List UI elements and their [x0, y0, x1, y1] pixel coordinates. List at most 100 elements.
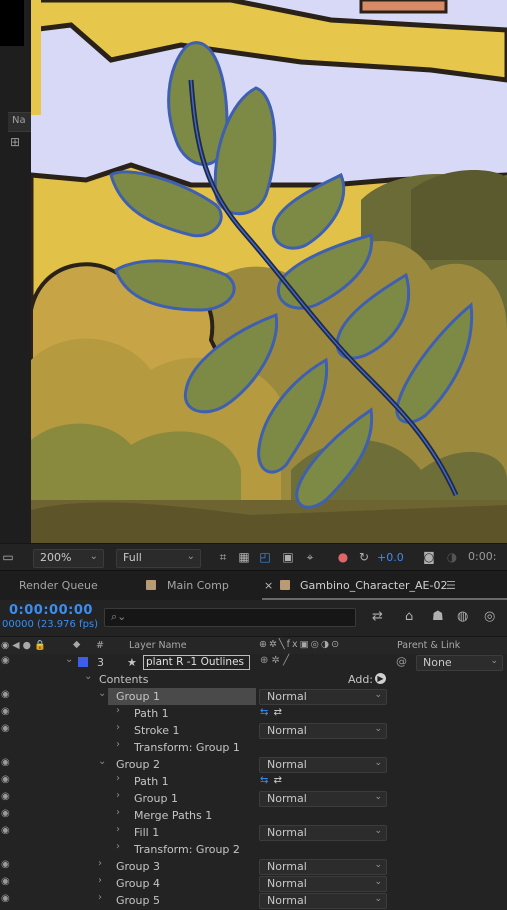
chevron-down-icon[interactable]: ⌄ [84, 671, 92, 682]
snapshot-camera-icon[interactable]: ◙ [421, 549, 437, 565]
chevron-down-icon[interactable]: ⌄ [65, 654, 73, 665]
close-icon[interactable]: × [264, 579, 273, 592]
switches-icons[interactable]: ⊕✲╲fx▣◎◑⊙ [259, 639, 341, 650]
tab-main-comp[interactable]: Main Comp [167, 579, 229, 592]
chevron-right-icon[interactable]: › [116, 705, 120, 716]
current-timecode[interactable]: 0:00:00:00 [9, 603, 93, 618]
layer-label-color[interactable] [78, 657, 88, 667]
eye-icon[interactable]: ◉ [1, 825, 10, 836]
blend-mode-dropdown[interactable]: Normal ⌄ [259, 757, 387, 773]
layer-name-column[interactable]: Layer Name [129, 640, 187, 651]
av-features-icons[interactable]: ◉ ◀ ● 🔒 [1, 640, 46, 651]
blend-mode-dropdown[interactable]: Normal ⌄ [259, 859, 387, 875]
project-column-header[interactable]: Na [8, 112, 31, 132]
chevron-right-icon[interactable]: › [98, 892, 102, 903]
viewer-toolbar: ▭ 200% ⌄ Full ⌄ ⌗ ▦ ◰ ▣ ⌖ ● ↻ +0.0 ◙ ◑ 0… [0, 543, 507, 571]
property-row[interactable]: › Transform: Group 1 [0, 739, 507, 756]
eye-icon[interactable]: ◉ [1, 757, 10, 768]
shape-switches[interactable]: ⊕ ✲ ╱ [260, 655, 289, 666]
layer-search-input[interactable]: ⌕⌄ [104, 608, 356, 627]
parent-link-column[interactable]: Parent & Link [397, 640, 460, 651]
eye-icon[interactable]: ◉ [1, 706, 10, 717]
label-icon[interactable]: ◆ [73, 639, 80, 650]
eye-icon[interactable]: ◉ [1, 723, 10, 734]
tab-render-queue[interactable]: Render Queue [19, 579, 98, 592]
chevron-down-icon: ⌄ [374, 826, 382, 836]
eye-icon[interactable]: ◉ [1, 876, 10, 887]
property-row[interactable]: ◉ ⌄ Group 1 Normal ⌄ [0, 688, 507, 705]
frame-blending-icon[interactable]: ◍ [457, 609, 468, 624]
property-row[interactable]: ◉ › Path 1 ⇆ ⇄ [0, 705, 507, 722]
chevron-right-icon[interactable]: › [116, 739, 120, 750]
grid-guides-icon[interactable]: ⌖ [302, 549, 318, 565]
blend-mode-dropdown[interactable]: Normal ⌄ [259, 723, 387, 739]
blend-mode-dropdown[interactable]: Normal ⌄ [259, 876, 387, 892]
eye-icon[interactable]: ◉ [1, 893, 10, 904]
color-channels-icon[interactable]: ● [335, 549, 351, 565]
path-direction-icons[interactable]: ⇆ ⇄ [260, 707, 283, 718]
comp-flowchart-icon[interactable]: ⇄ [372, 609, 383, 624]
eye-icon[interactable]: ◉ [1, 859, 10, 870]
show-snapshot-icon[interactable]: ◑ [444, 549, 460, 565]
parent-dropdown[interactable]: None ⌄ [416, 655, 503, 671]
chevron-right-icon[interactable]: › [116, 841, 120, 852]
chevron-right-icon[interactable]: › [116, 807, 120, 818]
path-direction-icons[interactable]: ⇆ ⇄ [260, 775, 283, 786]
blend-mode-dropdown[interactable]: Normal ⌄ [259, 689, 387, 705]
hierarchy-icon[interactable]: ⊞ [10, 135, 20, 149]
property-row[interactable]: ◉ › Path 1 ⇆ ⇄ [0, 773, 507, 790]
zoom-dropdown[interactable]: 200% ⌄ [33, 549, 104, 568]
eye-icon[interactable]: ◉ [1, 774, 10, 785]
tab-gambino-character[interactable]: Gambino_Character_AE-02 [300, 579, 447, 592]
composition-viewer[interactable] [31, 0, 507, 543]
property-row[interactable]: ◉ › Group 3 Normal ⌄ [0, 858, 507, 875]
shy-layers-icon[interactable]: ☗ [432, 609, 444, 624]
frame-rate: 00000 (23.976 fps) [2, 619, 99, 630]
transparency-grid-icon[interactable]: ▦ [236, 549, 252, 565]
chevron-down-icon[interactable]: ⌄ [98, 756, 106, 767]
chevron-right-icon[interactable]: › [116, 790, 120, 801]
property-row[interactable]: ◉ › Group 5 Normal ⌄ [0, 892, 507, 909]
property-row[interactable]: ◉ › Fill 1 Normal ⌄ [0, 824, 507, 841]
contents-row[interactable]: ⌄ Contents Add: ▶ [0, 671, 507, 688]
property-row[interactable]: ◉ ⌄ Group 2 Normal ⌄ [0, 756, 507, 773]
chevron-down-icon[interactable]: ⌄ [98, 688, 106, 699]
eye-icon[interactable]: ◉ [1, 655, 10, 666]
exposure-value[interactable]: +0.0 [377, 551, 404, 564]
chevron-right-icon[interactable]: › [116, 824, 120, 835]
property-row[interactable]: › Transform: Group 2 [0, 841, 507, 858]
chevron-right-icon[interactable]: › [98, 858, 102, 869]
layer-row[interactable]: ◉ ⌄ 3 ★ plant R -1 Outlines ⊕ ✲ ╱ @ None… [0, 654, 507, 671]
property-row[interactable]: ◉ › Stroke 1 Normal ⌄ [0, 722, 507, 739]
draft-3d-icon[interactable]: ⌂ [405, 609, 413, 624]
number-column[interactable]: # [96, 640, 104, 651]
chevron-right-icon[interactable]: › [116, 722, 120, 733]
current-time-short[interactable]: 0:00: [468, 550, 496, 563]
property-name: Transform: Group 1 [134, 741, 240, 754]
property-name: Transform: Group 2 [134, 843, 240, 856]
chevron-right-icon[interactable]: › [98, 875, 102, 886]
blend-mode-value: Normal [267, 792, 307, 805]
blend-mode-dropdown[interactable]: Normal ⌄ [259, 893, 387, 909]
property-row[interactable]: ◉ › Merge Paths 1 [0, 807, 507, 824]
property-row[interactable]: ◉ › Group 1 Normal ⌄ [0, 790, 507, 807]
chevron-right-icon[interactable]: › [116, 773, 120, 784]
eye-icon[interactable]: ◉ [1, 689, 10, 700]
property-row[interactable]: ◉ › Group 4 Normal ⌄ [0, 875, 507, 892]
blend-mode-dropdown[interactable]: Normal ⌄ [259, 825, 387, 841]
mask-visibility-icon[interactable]: ◰ [257, 549, 273, 565]
blend-mode-dropdown[interactable]: Normal ⌄ [259, 791, 387, 807]
panel-menu-icon[interactable]: ☰ [446, 579, 456, 592]
region-icon[interactable]: ▭ [0, 549, 16, 565]
eye-icon[interactable]: ◉ [1, 808, 10, 819]
reset-exposure-icon[interactable]: ↻ [356, 549, 372, 565]
region-of-interest-icon[interactable]: ▣ [280, 549, 296, 565]
add-play-icon[interactable]: ▶ [375, 673, 386, 684]
motion-blur-icon[interactable]: ◎ [484, 609, 495, 624]
fast-preview-icon[interactable]: ⌗ [215, 549, 231, 565]
pick-whip-icon[interactable]: @ [396, 655, 407, 668]
resolution-dropdown[interactable]: Full ⌄ [116, 549, 201, 568]
layer-name-field[interactable]: plant R -1 Outlines [143, 655, 250, 670]
eye-icon[interactable]: ◉ [1, 791, 10, 802]
property-name: Group 1 [116, 690, 160, 703]
